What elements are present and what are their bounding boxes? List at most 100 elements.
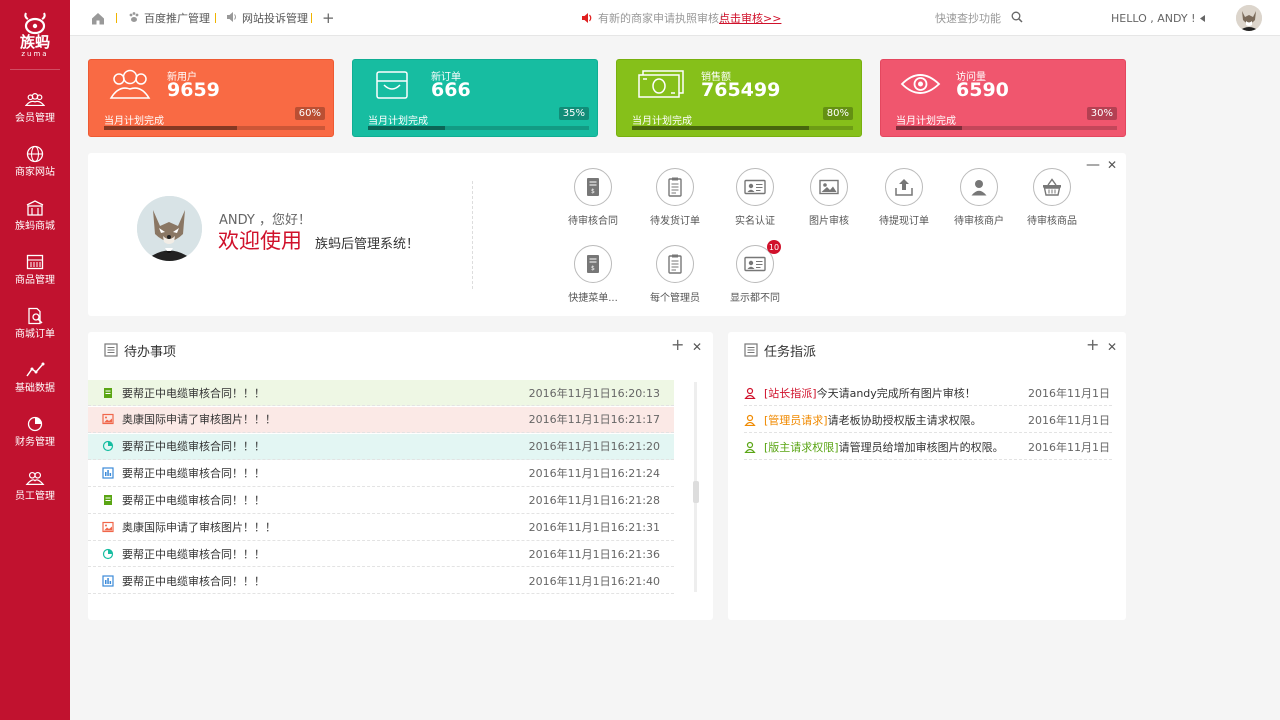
quick-pending-goods[interactable]: 待审核商品 (1012, 168, 1092, 227)
tab-complaint-management[interactable]: 网站投诉管理 (226, 0, 308, 36)
teal-pie-icon (102, 548, 114, 560)
search-input[interactable] (935, 11, 1009, 25)
task-time: 2016年11月1日 (1028, 440, 1110, 454)
basket-icon (1033, 168, 1071, 206)
stat-card-new-orders[interactable]: 新订单 666 当月计划完成 35% (352, 59, 598, 137)
close-button[interactable]: ✕ (1107, 158, 1117, 172)
todo-add-button[interactable]: + (671, 337, 684, 353)
task-row[interactable]: [版主请求权限] 请管理员给增加审核图片的权限。 2016年11月1日 (744, 434, 1112, 460)
eye-icon (899, 68, 943, 104)
quick-pending-withdrawals[interactable]: 待提现订单 (864, 168, 944, 227)
stat-card-visits[interactable]: 访问量 6590 当月计划完成 30% (880, 59, 1126, 137)
todo-text: 奥康国际申请了审核图片！！！ (122, 521, 276, 534)
quick-every-admin[interactable]: 每个管理员 (635, 245, 715, 304)
quick-pending-merchants[interactable]: 待审核商户 (939, 168, 1019, 227)
sidebar-item-merchant-site[interactable]: 商家网站 (0, 134, 70, 188)
todo-row[interactable]: 要帮正中电缆审核合同！！！ 2016年11月1日16:21:28 (88, 487, 674, 514)
todo-text: 奥康国际申请了审核图片！！！ (122, 413, 276, 427)
tab-separator (215, 13, 216, 23)
user-avatar[interactable] (1236, 5, 1262, 31)
quick-real-name-verify[interactable]: 实名认证 (715, 168, 795, 227)
todo-time: 2016年11月1日16:21:20 (528, 440, 660, 454)
stat-value: 666 (431, 79, 471, 101)
todo-time: 2016年11月1日16:21:17 (528, 413, 660, 427)
green-doc-icon (102, 387, 114, 399)
sidebar-item-mall[interactable]: 族蚂商城 (0, 188, 70, 242)
review-now-link[interactable]: 点击审核>> (719, 10, 781, 26)
stat-plan-label: 当月计划完成 (104, 116, 164, 127)
tab-separator (311, 13, 312, 23)
stat-card-sales[interactable]: 销售额 765499 当月计划完成 80% (616, 59, 862, 137)
divider (472, 181, 473, 289)
sidebar-item-label: 财务管理 (15, 436, 55, 448)
sidebar-item-members[interactable]: 会员管理 (0, 80, 70, 134)
quick-shortcut-menu[interactable]: $ 快捷菜单... (553, 245, 633, 304)
quick-display-different[interactable]: 10 显示都不同 (715, 240, 795, 304)
quick-pending-shipments[interactable]: 待发货订单 (635, 168, 715, 227)
todo-row[interactable]: 要帮正中电缆审核合同！！！ 2016年11月1日16:20:13 (88, 380, 674, 406)
task-add-button[interactable]: + (1086, 337, 1099, 353)
clipboard-icon (656, 168, 694, 206)
orange-image-icon (102, 521, 114, 533)
goods-icon (25, 252, 45, 272)
panel-title-text: 任务指派 (764, 344, 817, 360)
task-close-button[interactable]: ✕ (1107, 340, 1117, 354)
system-name: 族蚂后管理系统！ (315, 237, 420, 252)
stat-value: 6590 (956, 79, 1009, 101)
tab-baidu-promotion[interactable]: 百度推广管理 (128, 0, 210, 36)
todo-time: 2016年11月1日16:21:40 (528, 574, 660, 588)
sidebar-item-mall-orders[interactable]: 商城订单 (0, 296, 70, 350)
brand-sub: zuma (21, 50, 49, 58)
todo-panel: 待办事项 + ✕ 要帮正中电缆审核合同！！！ 2016年11月1日16:20:13… (88, 332, 713, 620)
todo-row[interactable]: 要帮正中电缆审核合同！！！ 2016年11月1日16:21:36 (88, 541, 674, 568)
stat-card-new-users[interactable]: 新用户 9659 当月计划完成 60% (88, 59, 334, 137)
todo-row[interactable]: 要帮正中电缆审核合同！！！ 2016年11月1日16:21:20 (88, 433, 674, 460)
list-icon (744, 343, 758, 357)
tab-label: 百度推广管理 (144, 12, 210, 25)
id-card-icon: 10 (736, 240, 781, 283)
quick-label: 待发货订单 (650, 216, 700, 227)
quick-label: 待审核合同 (568, 216, 618, 227)
clipboard-icon (656, 245, 694, 283)
stat-progress-bar (368, 126, 589, 130)
todo-row[interactable]: 要帮正中电缆审核合同！！！ 2016年11月1日16:21:40 (88, 568, 674, 595)
home-icon[interactable] (91, 0, 105, 36)
quick-image-review[interactable]: 图片审核 (789, 168, 869, 227)
todo-row[interactable]: 奥康国际申请了审核图片！！！ 2016年11月1日16:21:31 (88, 514, 674, 541)
todo-text: 要帮正中电缆审核合同！！！ (122, 494, 265, 508)
stat-plan-label: 当月计划完成 (368, 116, 428, 127)
sidebar-item-staff[interactable]: 员工管理 (0, 458, 70, 512)
quick-label: 显示都不同 (730, 293, 780, 304)
todo-row[interactable]: 奥康国际申请了审核图片！！！ 2016年11月1日16:21:17 (88, 406, 674, 433)
stat-progress-bar (896, 126, 1117, 130)
quick-label: 实名认证 (735, 216, 775, 227)
quick-pending-contracts[interactable]: $ 待审核合同 (553, 168, 633, 227)
brand-logo[interactable]: 族蚂 zuma (10, 0, 60, 70)
stat-progress-bar (632, 126, 853, 130)
task-row[interactable]: [站长指派] 今天请andy完成所有图片审核！ 2016年11月1日 (744, 380, 1112, 406)
task-time: 2016年11月1日 (1028, 413, 1110, 427)
stat-progress-fill (104, 126, 237, 130)
sidebar-item-finance[interactable]: 财务管理 (0, 404, 70, 458)
todo-time: 2016年11月1日16:20:13 (528, 386, 660, 400)
task-row[interactable]: [管理员请求] 请老板协助授权版主请求权限。 2016年11月1日 (744, 407, 1112, 433)
stat-progress-bar (104, 126, 325, 130)
sidebar-item-goods[interactable]: 商品管理 (0, 242, 70, 296)
brand-name: 族蚂 (19, 33, 50, 51)
person-icon (744, 441, 756, 453)
todo-close-button[interactable]: ✕ (692, 340, 702, 354)
search-icon[interactable] (1011, 11, 1023, 26)
user-greeting[interactable]: HELLO , ANDY ! (1111, 12, 1195, 25)
sidebar-item-label: 基础数据 (15, 382, 55, 394)
sidebar-item-label: 会员管理 (15, 112, 55, 124)
todo-row[interactable]: 要帮正中电缆审核合同！！！ 2016年11月1日16:21:24 (88, 460, 674, 487)
quick-label: 待审核商户 (954, 216, 1004, 227)
sidebar-item-base-data[interactable]: 基础数据 (0, 350, 70, 404)
welcome-avatar (137, 196, 202, 261)
add-tab-button[interactable]: + (322, 0, 335, 36)
caret-left-icon[interactable] (1200, 11, 1206, 25)
top-bar: 百度推广管理 网站投诉管理 + 有新的商家申请执照审核！ 点击审核>> HELL… (70, 0, 1280, 36)
quick-label: 待提现订单 (879, 216, 929, 227)
scrollbar-thumb[interactable] (693, 481, 699, 503)
svg-text:$: $ (591, 188, 595, 195)
